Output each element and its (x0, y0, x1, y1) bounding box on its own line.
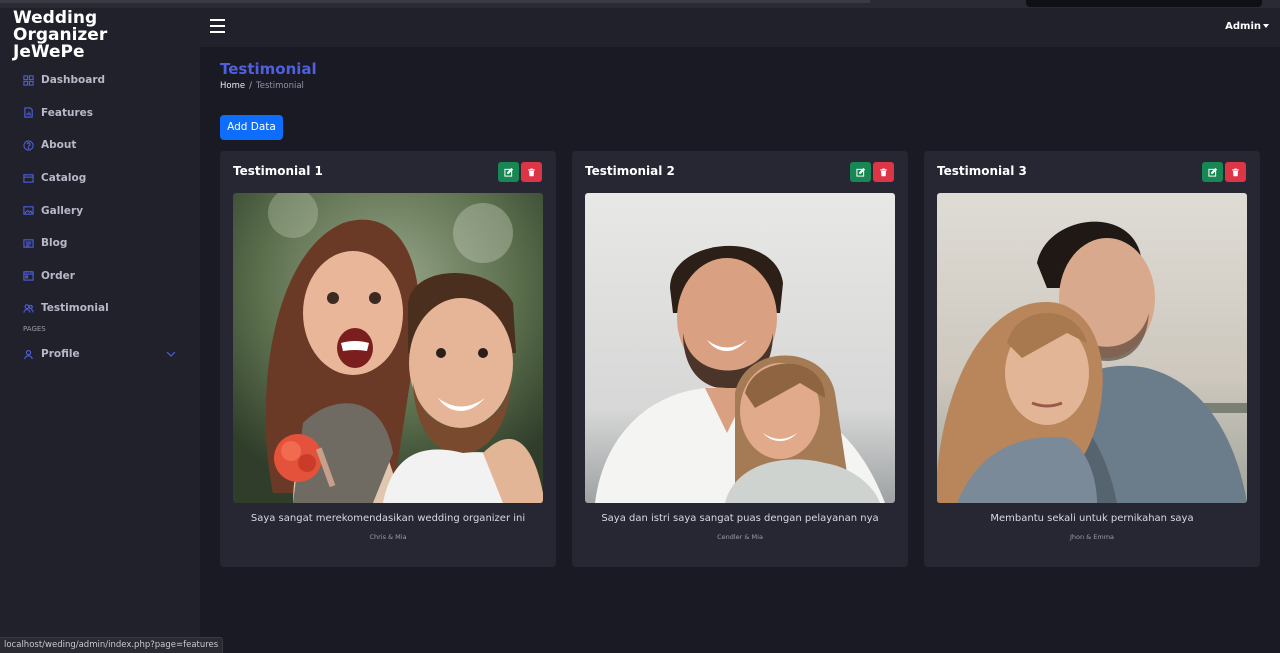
breadcrumb-home[interactable]: Home (220, 81, 245, 91)
breadcrumb: Home / Testimonial (220, 81, 304, 91)
sidebar-item-about[interactable]: About (0, 129, 200, 162)
testimonial-card: Testimonial 2 Saya dan istri saya sangat… (572, 151, 908, 567)
edit-icon (504, 167, 513, 177)
page-title: Testimonial (220, 60, 317, 78)
breadcrumb-separator: / (249, 81, 252, 91)
order-icon (23, 270, 34, 281)
question-icon (23, 140, 34, 151)
sidebar-item-gallery[interactable]: Gallery (0, 194, 200, 227)
sidebar-item-label: Dashboard (41, 74, 106, 87)
sidebar-item-label: Profile (41, 348, 80, 361)
testimonial-author: Cendler & Mia (717, 533, 763, 541)
testimonial-photo (937, 193, 1247, 503)
testimonial-photo (585, 193, 895, 503)
sidebar-item-label: Catalog (41, 172, 87, 185)
brand-line-1: Wedding Organizer (13, 8, 108, 45)
sidebar-item-features[interactable]: Features (0, 97, 200, 130)
testimonial-quote: Saya dan istri saya sangat puas dengan p… (601, 513, 879, 524)
trash-icon (880, 168, 887, 176)
card-title: Testimonial 1 (233, 164, 323, 178)
brand-line-2: JeWePe (13, 42, 85, 62)
sidebar-item-order[interactable]: Order (0, 260, 200, 293)
testimonial-photo (233, 193, 543, 503)
sidebar-item-label: Gallery (41, 204, 84, 217)
edit-button[interactable] (850, 162, 871, 182)
top-navbar: Admin (200, 8, 1280, 47)
browser-top-strip (0, 0, 1280, 8)
hamburger-menu-icon[interactable] (210, 19, 226, 34)
people-icon (23, 303, 34, 314)
card-title: Testimonial 3 (937, 164, 1027, 178)
sidebar-item-label: Testimonial (41, 302, 109, 315)
caret-down-icon (1263, 24, 1269, 28)
testimonial-quote: Saya sangat merekomendasikan wedding org… (250, 513, 526, 524)
edit-icon (856, 167, 865, 177)
testimonial-card: Testimonial 3 Membantu sekali untuk pern… (924, 151, 1260, 567)
delete-button[interactable] (1225, 162, 1246, 182)
testimonial-card: Testimonial 1 Saya sangat merekomendasik… (220, 151, 556, 567)
add-data-button[interactable]: Add Data (220, 115, 283, 140)
testimonial-author: Chris & Mia (369, 533, 407, 541)
user-menu-dropdown[interactable]: Admin (1225, 21, 1269, 32)
breadcrumb-current: Testimonial (255, 81, 304, 91)
trash-icon (1232, 168, 1239, 176)
sidebar-item-profile[interactable]: Profile (0, 338, 200, 371)
testimonial-author: Jhon & Emma (1069, 533, 1115, 541)
browser-progress-line (0, 0, 870, 3)
trash-icon (528, 168, 535, 176)
image-icon (23, 205, 34, 216)
card-title: Testimonial 2 (585, 164, 675, 178)
sidebar-item-label: Features (41, 106, 93, 119)
browser-tab-fragment (1026, 0, 1262, 7)
sidebar-item-label: Blog (41, 237, 68, 250)
person-icon (23, 349, 34, 360)
testimonial-quote: Membantu sekali untuk pernikahan saya (990, 513, 1194, 524)
edit-button[interactable] (1202, 162, 1223, 182)
edit-button[interactable] (498, 162, 519, 182)
sidebar-item-dashboard[interactable]: Dashboard (0, 64, 200, 97)
brand-logo[interactable]: Wedding Organizer JeWePe (13, 10, 193, 61)
sidebar: Wedding Organizer JeWePe Dashboard Featu… (0, 8, 200, 653)
delete-button[interactable] (521, 162, 542, 182)
browser-status-url: localhost/weding/admin/index.php?page=fe… (0, 637, 224, 653)
sidebar-item-label: Order (41, 269, 75, 282)
sidebar-item-label: About (41, 139, 77, 152)
edit-icon (1208, 167, 1217, 177)
sidebar-section-label: PAGES (23, 324, 46, 333)
sidebar-item-catalog[interactable]: Catalog (0, 162, 200, 195)
grid-icon (23, 75, 34, 86)
sidebar-item-blog[interactable]: Blog (0, 227, 200, 260)
blog-icon (23, 238, 34, 249)
user-name: Admin (1225, 21, 1261, 32)
chart-icon (23, 107, 34, 119)
chevron-down-icon[interactable] (166, 349, 176, 359)
delete-button[interactable] (873, 162, 894, 182)
sidebar-nav: Dashboard Features About Catalog Gallery (0, 64, 200, 370)
catalog-icon (23, 173, 34, 184)
